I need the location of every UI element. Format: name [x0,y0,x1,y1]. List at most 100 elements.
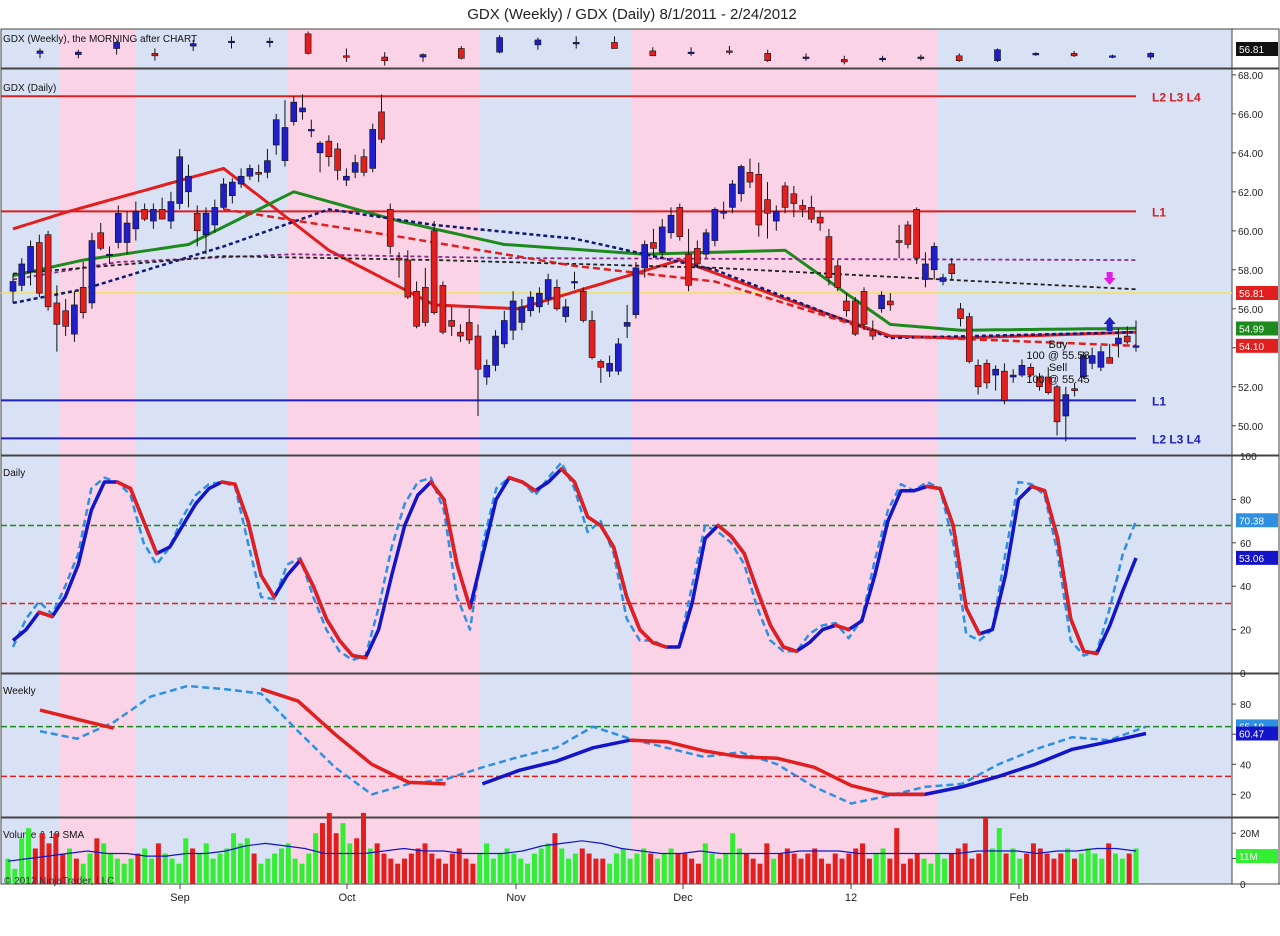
price-candle-body-60 [536,292,543,308]
price-candle-body-103 [913,209,920,259]
volume-bar-82 [566,858,572,884]
volume-bar-110 [757,863,763,884]
price-candle-body-41 [369,129,377,169]
price-candle-body-125 [1106,357,1113,364]
price-candle-body-83 [737,166,745,195]
bg-band-price-6 [937,69,1232,455]
annotation-sell: Sell [1049,362,1067,374]
volume-bar-60 [415,848,421,884]
price-candle-body-14 [132,211,140,230]
volume-bar-92 [634,853,640,884]
price-candle-body-61 [544,279,552,300]
daily-stoch-down-seg-83 [1082,649,1099,656]
volume-bar-119 [819,858,825,884]
price-candle-body-75 [667,214,675,234]
volume-bar-61 [422,843,428,884]
price-candle-body-105 [930,246,938,271]
volume-bar-118 [812,848,818,884]
price-candle-body-5 [53,302,61,325]
price-candle-body-72 [641,244,648,269]
volume-bar-104 [716,858,722,884]
price-candle-body-112 [992,368,999,376]
volume-bar-114 [784,848,790,884]
volume-bar-83 [572,853,578,884]
volume-bar-64 [443,863,449,884]
volume-bar-58 [402,858,408,884]
price-candle-body-77 [685,253,692,286]
vol-ytick-label-2: 0 [1240,880,1246,891]
price-candle-body-37 [334,148,341,171]
volume-bar-158 [1085,848,1091,884]
volume-bar-142 [976,853,982,884]
volume-bar-22 [155,843,161,884]
volume-bar-36 [251,853,257,884]
price-candle-body-68 [606,363,613,372]
price-candle-body-31 [281,127,289,161]
price-candle-body-33 [299,107,306,113]
price-candle-body-79 [702,232,710,255]
volume-bar-71 [490,858,496,884]
volume-bar-89 [613,853,619,884]
price-candle-body-98 [869,329,877,337]
price-candle-body-66 [588,320,596,358]
volume-bar-30 [210,858,216,884]
weekly-strip-candle-body-13 [534,39,542,46]
volume-bar-20 [142,848,148,884]
price-candle-body-58 [518,306,526,323]
stoch3-ytick-label-0: 80 [1240,700,1252,711]
price-candle-body-43 [386,209,394,247]
price-candle-body-32 [290,101,298,122]
price-candle-body-51 [457,331,464,337]
weekly-strip-candle-body-14 [572,42,580,45]
price-ytick-label-6: 56.00 [1238,305,1263,316]
xtick-label-4: 12 [845,892,857,904]
price-candle-body-3 [36,242,43,294]
price-candle-body-69 [615,343,622,372]
price-candle-body-7 [71,304,78,335]
price-candle-body-73 [650,242,657,249]
volume-bar-133 [914,853,920,884]
daily-stoch-down-seg-27 [350,653,368,660]
volume-bar-162 [1112,853,1118,884]
price-candle-body-24 [220,183,227,208]
price-candle-body-94 [834,265,842,288]
price-candle-body-89 [790,193,798,204]
level-label-0: L2 L3 L4 [1152,90,1201,104]
weekly-strip-candle-body-1 [75,51,82,55]
price-candle-body-92 [816,216,824,224]
volume-bar-33 [231,833,237,884]
weekly-strip-candle-body-18 [726,50,733,53]
volume-bar-23 [162,853,168,884]
volume-bar-90 [620,848,626,884]
price-candle-body-20 [185,175,192,193]
weekly-strip-candle-body-0 [36,50,44,54]
price-candle-body-10 [97,232,105,249]
volume-bar-165 [1133,848,1139,884]
volume-bar-16 [114,858,120,884]
volume-bar-21 [149,858,155,884]
bg-band-wstoch-3 [288,674,480,817]
price-candle-body-80 [711,209,719,241]
volume-bar-47 [326,812,332,884]
volume-bar-17 [121,863,127,884]
price-candle-body-123 [1088,355,1096,364]
volume-bar-113 [778,853,784,884]
price-candle-body-76 [676,207,684,237]
stoch2-value-tag-0-text: 70.38 [1239,516,1264,527]
price-candle-body-128 [1132,345,1140,348]
volume-bar-43 [299,863,305,884]
price-candle-body-17 [158,209,166,220]
volume-bar-38 [265,858,271,884]
volume-bar-116 [798,858,804,884]
volume-bar-132 [907,858,913,884]
volume-bar-78 [538,848,544,884]
volume-bar-134 [921,858,927,884]
weekly-strip-label: GDX (Weekly), the MORNING after CHART [3,34,197,45]
price-candle-body-100 [887,300,894,306]
weekly-strip-candle-body-25 [994,49,1001,61]
price-candle-body-45 [404,259,412,298]
annotation-sell-detail: 100 @ 55.45 [1026,374,1089,386]
weekly-strip-candle-body-5 [228,40,235,43]
weekly-strip-candle-body-8 [343,55,350,58]
volume-bar-59 [408,853,414,884]
